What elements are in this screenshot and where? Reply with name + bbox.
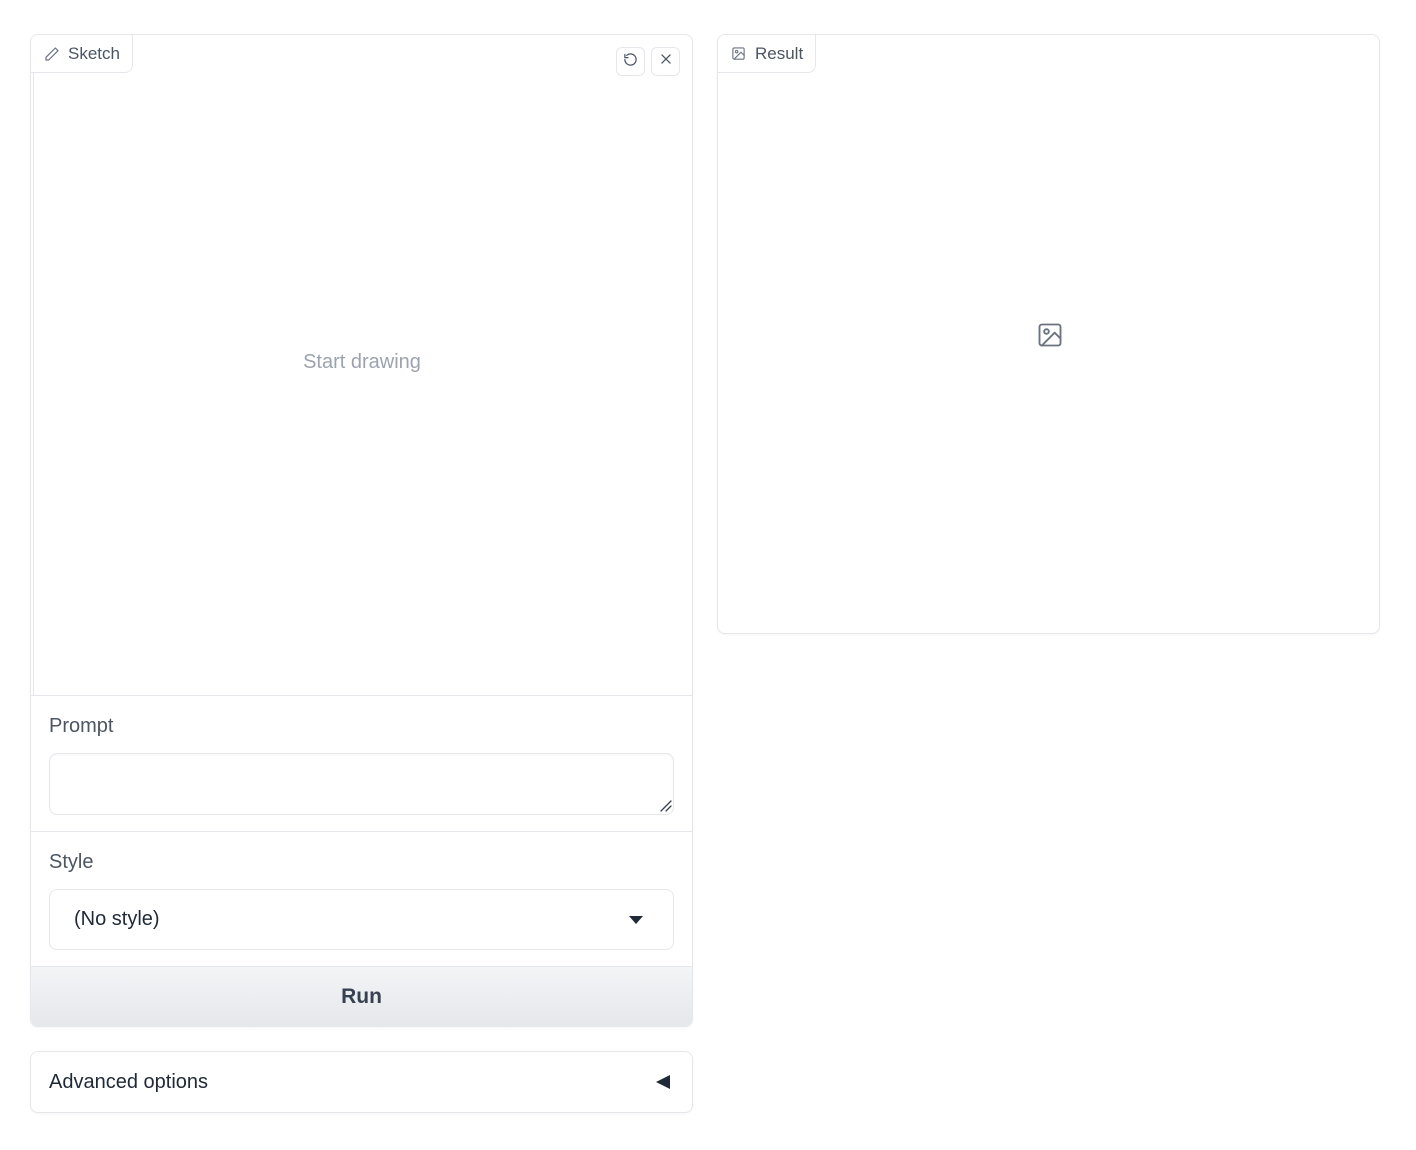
advanced-options-accordion[interactable]: Advanced options [30,1051,693,1113]
undo-icon [623,52,638,72]
pencil-icon [43,45,60,62]
canvas-toolbar [616,47,680,76]
sketch-canvas[interactable]: Start drawing [33,73,690,695]
sketch-label: Sketch [31,35,133,73]
result-label-text: Result [755,43,804,63]
prompt-label: Prompt [49,715,114,737]
input-panel: Sketch Start drawing Prompt Style (No st… [30,34,693,1027]
result-block: Result [717,34,1380,634]
canvas-placeholder: Start drawing [303,351,421,373]
image-icon [730,45,747,62]
style-selected-value: (No style) [74,908,160,930]
caret-left-icon [656,1075,670,1089]
app-page: Sketch Start drawing Prompt Style (No st… [0,0,1416,1150]
style-label: Style [49,851,94,873]
sketch-label-text: Sketch [68,43,120,63]
close-icon [659,52,673,71]
sketch-block: Sketch Start drawing [31,35,692,696]
chevron-down-icon [629,915,643,924]
empty-image-icon [1036,321,1064,349]
clear-button[interactable] [651,47,680,76]
result-label: Result [718,35,817,73]
style-block: Style (No style) [31,832,692,966]
prompt-block: Prompt [31,696,692,832]
resize-handle-icon[interactable] [660,799,672,812]
prompt-input[interactable] [49,753,674,815]
run-button[interactable]: Run [31,966,692,1026]
advanced-options-label: Advanced options [49,1070,209,1093]
undo-button[interactable] [616,47,645,76]
style-dropdown[interactable]: (No style) [49,889,674,950]
